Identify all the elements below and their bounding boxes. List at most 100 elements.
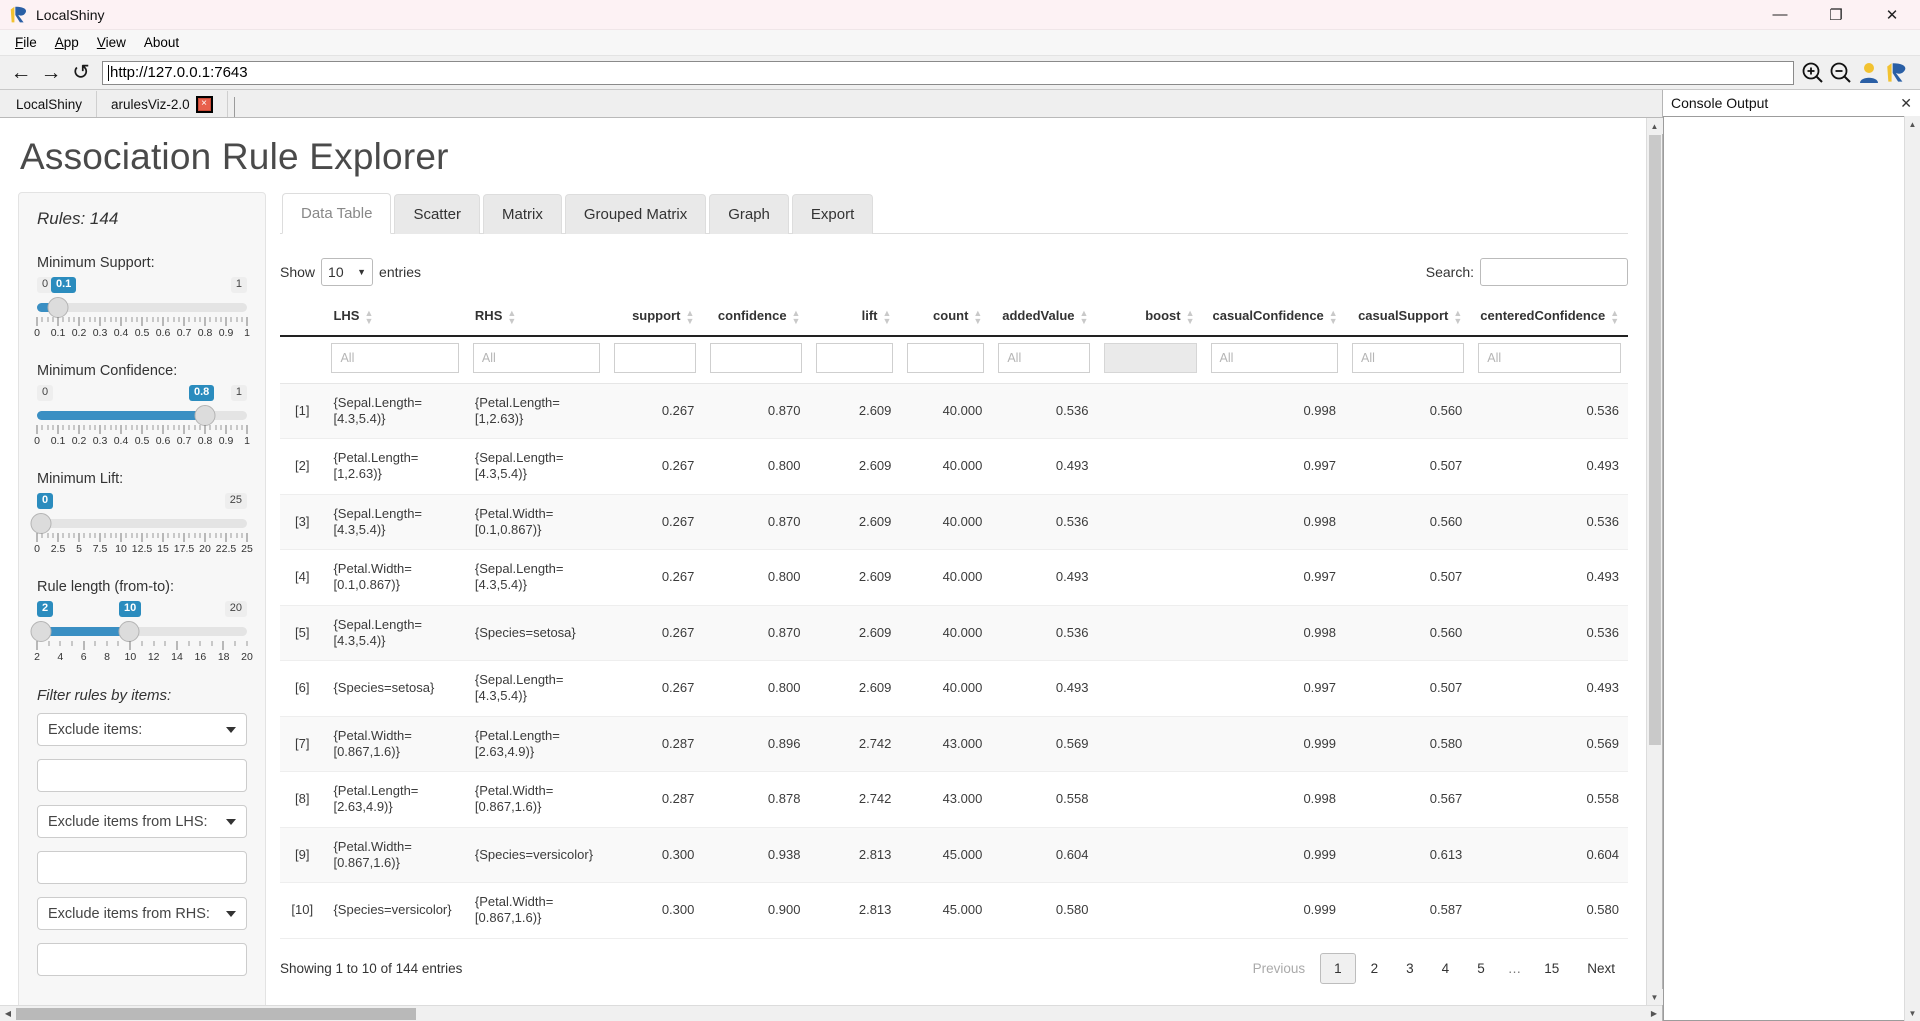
slider-rule-length[interactable]: Rule length (from-to): 2 10 20 2 4 6 8 1…	[30, 579, 253, 665]
pagination-3[interactable]: 3	[1393, 954, 1427, 983]
column-header-centeredConfidence[interactable]: centeredConfidence ▲ ▼	[1471, 300, 1628, 337]
console-output-text[interactable]	[1663, 116, 1904, 1021]
maximize-button[interactable]: ❐	[1808, 0, 1864, 30]
menu-item-about[interactable]: About	[135, 32, 188, 53]
tab-close-icon[interactable]: ×	[195, 95, 213, 113]
column-filter-rhs[interactable]: All	[472, 342, 601, 373]
column-header-lift[interactable]: lift ▲ ▼	[809, 300, 901, 337]
slider-minimum-support[interactable]: Minimum Support: 0 0.1 1 0 0.1 0.2 0.3 0…	[34, 255, 250, 341]
browser-tab-arulesviz[interactable]: arulesViz-2.0 ×	[97, 91, 228, 117]
column-header-rhs[interactable]: RHS ▲ ▼	[465, 300, 608, 337]
menu-item-file[interactable]: File	[6, 32, 46, 53]
search-input[interactable]	[1480, 258, 1628, 286]
tab-grouped-matrix[interactable]: Grouped Matrix	[564, 194, 707, 234]
column-header-casualConfidence[interactable]: casualConfidence ▲ ▼	[1203, 300, 1345, 337]
column-filter-confidence[interactable]	[710, 342, 803, 373]
column-filter-addedValue[interactable]: All	[998, 342, 1091, 373]
slider-minimum-lift[interactable]: Minimum Lift: 0 25 0 2.5 5 7.5 10 12.5 1…	[30, 471, 253, 557]
sort-arrows-icon[interactable]: ▲ ▼	[882, 308, 891, 325]
scroll-down-arrow[interactable]: ▼	[1904, 1005, 1920, 1021]
scroll-up-arrow[interactable]: ▲	[1904, 116, 1920, 132]
pagination-15[interactable]: 15	[1531, 954, 1572, 983]
zoom-in-icon[interactable]	[1800, 60, 1826, 86]
scroll-right-arrow[interactable]: ▶	[1646, 1006, 1662, 1021]
forward-icon[interactable]: →	[36, 59, 66, 87]
pagination-1[interactable]: 1	[1320, 952, 1356, 984]
r-logo-icon[interactable]	[1884, 60, 1910, 86]
pagination-5[interactable]: 5	[1464, 954, 1498, 983]
sort-arrows-icon[interactable]: ▲ ▼	[792, 308, 801, 325]
table-row[interactable]: [5] {Sepal.Length=[4.3,5.4)} {Species=seto…	[280, 605, 1628, 662]
browser-tab-localshiny[interactable]: LocalShiny	[2, 91, 98, 117]
console-vertical-scrollbar[interactable]: ▲ ▼	[1904, 116, 1920, 1021]
page-length-select[interactable]: 10 ▼	[321, 258, 374, 286]
sort-arrows-icon[interactable]: ▲ ▼	[1453, 308, 1462, 325]
tab-graph[interactable]: Graph	[709, 194, 789, 234]
scroll-down-arrow[interactable]: ▼	[1646, 989, 1663, 1005]
table-row[interactable]: [8] {Petal.Length=[2.63,4.9)} {Petal.Width…	[280, 771, 1628, 828]
url-input[interactable]: http://127.0.0.1:7643	[102, 60, 1794, 85]
page-horizontal-scrollbar[interactable]: ◀ ▶	[0, 1005, 1662, 1021]
menu-item-view[interactable]: View	[88, 32, 135, 53]
tab-export[interactable]: Export	[791, 194, 874, 234]
slider-handle[interactable]	[194, 405, 216, 426]
tab-matrix[interactable]: Matrix	[482, 194, 562, 234]
table-row[interactable]: [3] {Sepal.Length=[4.3,5.4)} {Petal.Width=…	[280, 494, 1628, 551]
vertical-scroll-thumb[interactable]	[1648, 135, 1661, 745]
column-header-idx[interactable]	[280, 300, 325, 337]
minimize-button[interactable]: —	[1752, 0, 1808, 30]
back-icon[interactable]: ←	[6, 59, 36, 87]
exclude-rhs-input[interactable]	[37, 943, 247, 976]
exclude-items-select[interactable]: Exclude items:	[37, 713, 247, 746]
column-filter-lift[interactable]	[816, 342, 894, 373]
table-row[interactable]: [9] {Petal.Width=[0.867,1.6)} {Species=ver…	[280, 827, 1628, 884]
column-filter-lhs[interactable]: All	[331, 342, 459, 373]
page-vertical-scrollbar[interactable]: ▲ ▼	[1646, 118, 1663, 1005]
column-header-lhs[interactable]: LHS ▲ ▼	[324, 300, 466, 337]
slider-handle[interactable]	[47, 297, 69, 318]
close-button[interactable]: ✕	[1864, 0, 1920, 30]
scroll-up-arrow[interactable]: ▲	[1646, 118, 1663, 134]
exclude-items-input[interactable]	[37, 759, 247, 792]
sort-arrows-icon[interactable]: ▲ ▼	[1186, 308, 1195, 325]
tab-scatter[interactable]: Scatter	[394, 194, 480, 234]
scroll-left-arrow[interactable]: ◀	[0, 1006, 16, 1021]
exclude-lhs-select[interactable]: Exclude items from LHS:	[37, 805, 247, 838]
column-header-support[interactable]: support ▲ ▼	[607, 300, 704, 337]
column-filter-centeredConfidence[interactable]: All	[1478, 342, 1621, 373]
column-header-count[interactable]: count ▲ ▼	[900, 300, 992, 337]
sort-arrows-icon[interactable]: ▲ ▼	[1329, 308, 1338, 325]
slider-minimum-confidence[interactable]: Minimum Confidence: 0 0.8 1 0 0.1 0.2 0.…	[34, 363, 250, 449]
table-row[interactable]: [1] {Sepal.Length=[4.3,5.4)} {Petal.Length…	[280, 383, 1628, 440]
table-row[interactable]: [10] {Species=versicolor} {Petal.Width=[0.…	[280, 882, 1628, 939]
horizontal-scroll-thumb[interactable]	[16, 1007, 416, 1020]
sort-arrows-icon[interactable]: ▲ ▼	[1610, 308, 1619, 325]
column-header-addedValue[interactable]: addedValue ▲ ▼	[991, 300, 1098, 337]
pagination-2[interactable]: 2	[1358, 954, 1392, 983]
account-icon[interactable]	[1856, 60, 1882, 86]
menu-item-app[interactable]: App	[46, 32, 88, 53]
slider-handle[interactable]	[30, 513, 52, 534]
column-filter-count[interactable]	[907, 342, 985, 373]
pagination-next[interactable]: Next	[1574, 954, 1628, 983]
reload-icon[interactable]: ↺	[66, 59, 96, 87]
exclude-lhs-input[interactable]	[37, 851, 247, 884]
tab-data-table[interactable]: Data Table	[282, 193, 392, 234]
exclude-rhs-select[interactable]: Exclude items from RHS:	[37, 897, 247, 930]
table-row[interactable]: [2] {Petal.Length=[1,2.63)} {Sepal.Length=…	[280, 438, 1628, 495]
pagination-previous[interactable]: Previous	[1240, 954, 1319, 983]
zoom-out-icon[interactable]	[1828, 60, 1854, 86]
slider-handle-high[interactable]	[118, 621, 140, 642]
sort-arrows-icon[interactable]: ▲ ▼	[364, 308, 373, 325]
slider-handle-low[interactable]	[30, 621, 52, 642]
sort-arrows-icon[interactable]: ▲ ▼	[1080, 308, 1089, 325]
column-header-confidence[interactable]: confidence ▲ ▼	[703, 300, 810, 337]
sort-arrows-icon[interactable]: ▲ ▼	[507, 308, 516, 325]
column-header-casualSupport[interactable]: casualSupport ▲ ▼	[1345, 300, 1472, 337]
column-filter-support[interactable]	[614, 342, 697, 373]
sort-arrows-icon[interactable]: ▲ ▼	[685, 308, 694, 325]
column-filter-casualConfidence[interactable]: All	[1210, 342, 1338, 373]
column-header-boost[interactable]: boost ▲ ▼	[1097, 300, 1204, 337]
pagination-4[interactable]: 4	[1429, 954, 1463, 983]
table-row[interactable]: [4] {Petal.Width=[0.1,0.867)} {Sepal.Lengt…	[280, 549, 1628, 606]
